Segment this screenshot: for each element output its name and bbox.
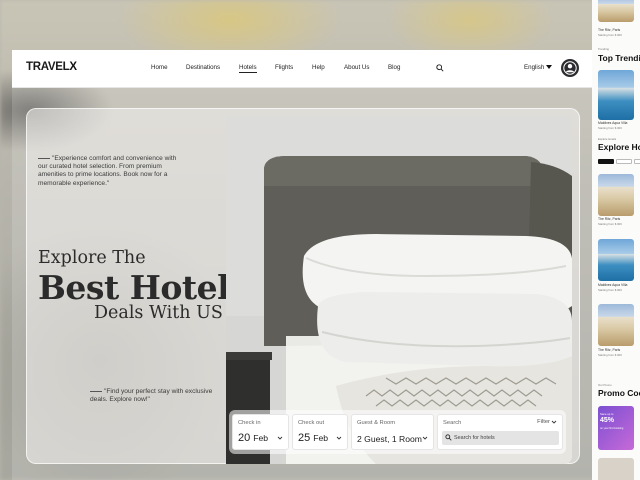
filter-label: Filter: [537, 419, 550, 425]
hero-title-line1: Explore The: [38, 248, 146, 268]
nav-blog[interactable]: Blog: [388, 64, 400, 71]
mobile-card-name: The Ritz, Paris: [598, 28, 621, 32]
search-label: Search: [443, 420, 462, 426]
promo-line1: Save up to: [600, 412, 614, 416]
mobile-card-price: Starting from $ 000: [598, 33, 622, 37]
mobile-card-name: Maldives Aqua Villa: [598, 121, 628, 125]
chevron-down-icon: [277, 436, 283, 440]
promo-percent: 45%: [600, 417, 615, 424]
nav-hotels[interactable]: Hotels: [239, 64, 257, 73]
mobile-card-name: The Ritz, Paris: [598, 217, 621, 221]
language-selector[interactable]: English: [524, 64, 553, 71]
promo-code-heading: Promo Code: [598, 388, 640, 398]
search-field: Search Filter: [437, 414, 563, 450]
checkout-field[interactable]: Check out 25 Feb: [292, 414, 348, 450]
user-avatar[interactable]: [561, 59, 579, 77]
checkin-label: Check in: [238, 420, 261, 426]
mobile-card-price: Starting from $ 000: [598, 353, 622, 357]
promo-kicker: Our Promo: [598, 383, 612, 387]
nav-about-us[interactable]: About Us: [344, 64, 369, 71]
filter-chip[interactable]: [634, 159, 640, 164]
checkin-field[interactable]: Check in 20 Feb: [232, 414, 289, 450]
promo-banner[interactable]: Save up to 45% on your first booking: [598, 406, 634, 450]
hero-title-line2: Best Hotel: [38, 268, 230, 307]
hero-quote-top: "Experience comfort and convenience with…: [38, 155, 177, 187]
nav-home[interactable]: Home: [151, 64, 168, 71]
checkout-label: Check out: [298, 420, 325, 426]
guest-room-label: Guest & Room: [357, 420, 396, 426]
hero-title-line3: Deals With US: [94, 303, 223, 323]
mobile-card-name: Maldives Aqua Villa: [598, 283, 628, 287]
logo[interactable]: TRAVELX: [26, 61, 77, 73]
chevron-down-icon: [422, 436, 428, 440]
filter-chip-active[interactable]: [598, 159, 614, 164]
explore-hotels-heading: Explore Hotels: [598, 142, 640, 152]
mobile-card-price: Starting from $ 000: [598, 222, 622, 226]
checkout-value: 25 Feb: [298, 432, 328, 444]
search-icon: [445, 434, 452, 441]
hero-quote-bottom: "Find your perfect stay with exclusive d…: [90, 388, 213, 404]
promo-line3: on your first booking: [600, 427, 624, 430]
search-icon[interactable]: [436, 64, 444, 72]
chevron-down-icon: [336, 436, 342, 440]
explore-kicker: Explore Hotels: [598, 137, 617, 141]
guest-room-field[interactable]: Guest & Room 2 Guest, 1 Room: [351, 414, 434, 450]
mobile-preview: The Ritz, Paris Starting from $ 000 Tren…: [592, 0, 640, 480]
language-label: English: [524, 64, 545, 71]
checkin-day: 20: [238, 432, 251, 444]
hotel-thumb-paris[interactable]: [598, 304, 634, 346]
mobile-card-name: The Ritz, Paris: [598, 348, 621, 352]
trending-kicker: Trending: [598, 47, 609, 51]
hotel-thumb-paris[interactable]: [598, 0, 634, 22]
user-icon: [563, 61, 577, 75]
hotel-search-input[interactable]: [442, 431, 559, 445]
mobile-card-next[interactable]: [598, 458, 634, 480]
checkin-value: 20 Feb: [238, 432, 268, 444]
checkout-day: 25: [298, 432, 311, 444]
hotel-thumb-maldives[interactable]: [598, 70, 634, 120]
nav-flights[interactable]: Flights: [275, 64, 293, 71]
chevron-down-icon: [551, 420, 557, 424]
hotel-thumb-paris[interactable]: [598, 174, 634, 216]
filter-dropdown[interactable]: Filter: [537, 419, 557, 425]
checkout-month: Feb: [313, 433, 329, 443]
top-navbar: TRAVELX Home Destinations Hotels Flights…: [12, 50, 592, 88]
mobile-card-price: Starting from $ 000: [598, 126, 622, 130]
nav-help[interactable]: Help: [312, 64, 325, 71]
guest-room-value: 2 Guest, 1 Room: [357, 434, 422, 444]
top-trending-heading: Top Trending: [598, 53, 640, 63]
mobile-card-price: Starting from $ 000: [598, 288, 622, 292]
filter-chip[interactable]: [616, 159, 632, 164]
caret-down-icon: [546, 65, 553, 69]
hotel-thumb-maldives[interactable]: [598, 239, 634, 281]
nav-destinations[interactable]: Destinations: [186, 64, 220, 71]
checkin-month: Feb: [253, 433, 269, 443]
